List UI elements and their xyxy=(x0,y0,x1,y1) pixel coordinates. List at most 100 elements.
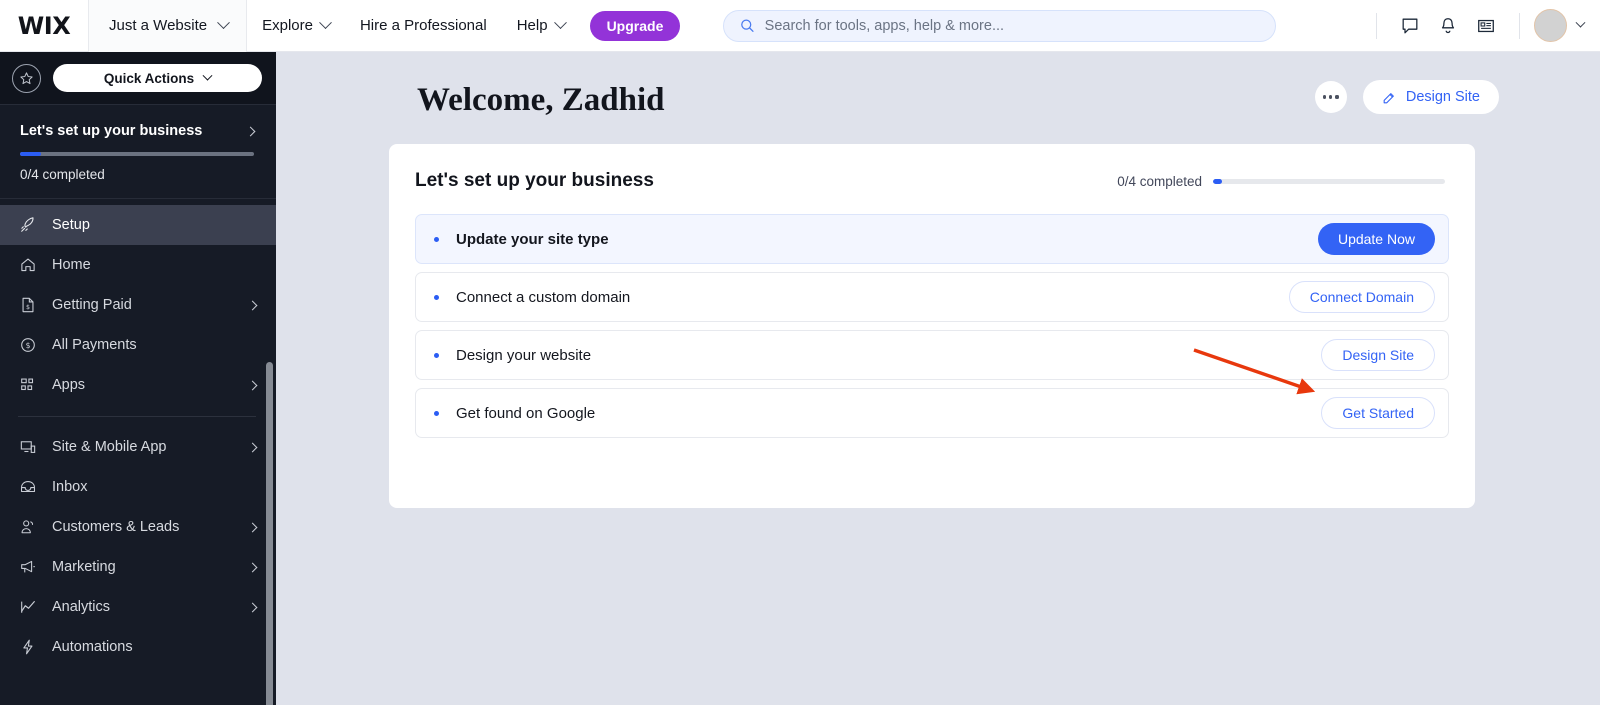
connect-domain-button[interactable]: Connect Domain xyxy=(1288,281,1435,313)
header-divider xyxy=(1519,12,1520,39)
sidebar-item-label: Site & Mobile App xyxy=(52,439,167,455)
svg-text:$: $ xyxy=(26,304,30,311)
sidebar-progress-bar xyxy=(20,152,254,156)
chevron-right-icon xyxy=(247,442,258,452)
page-actions: Design Site xyxy=(1314,80,1499,114)
setup-card-progress-bar xyxy=(1213,178,1445,184)
search-bar[interactable] xyxy=(723,9,1277,42)
sidebar: Quick Actions Let's set up your business… xyxy=(0,52,276,705)
monitor-mobile-icon xyxy=(18,437,38,457)
quick-actions-button[interactable]: Quick Actions xyxy=(53,64,262,92)
bullet-icon xyxy=(434,236,439,242)
setup-card-header: Let's set up your business 0/4 completed xyxy=(389,144,1475,192)
bullet-icon xyxy=(434,294,439,300)
sidebar-item-marketing[interactable]: Marketing xyxy=(0,547,276,587)
header-divider xyxy=(1376,12,1377,39)
task-label: Design your website xyxy=(456,346,592,364)
task-row[interactable]: Get found on Google Get Started xyxy=(415,388,1449,438)
svg-text:$: $ xyxy=(26,341,31,350)
inbox-icon xyxy=(18,477,38,497)
sidebar-scrollbar[interactable] xyxy=(266,362,273,705)
line-chart-icon xyxy=(18,597,38,617)
chevron-down-icon xyxy=(1575,17,1586,28)
pencil-icon xyxy=(1383,92,1394,103)
chevron-right-icon xyxy=(247,300,258,310)
task-label: Update your site type xyxy=(456,230,609,248)
dot xyxy=(1335,95,1339,99)
sidebar-setup-title: Let's set up your business xyxy=(20,123,203,139)
home-icon xyxy=(18,255,38,275)
task-label: Connect a custom domain xyxy=(456,288,631,306)
rocket-icon xyxy=(18,215,38,235)
setup-card-progress-label: 0/4 completed xyxy=(1117,173,1202,189)
chevron-right-icon xyxy=(247,602,258,612)
search-icon xyxy=(741,19,754,32)
dollar-circle-icon: $ xyxy=(18,335,38,355)
sidebar-item-site-mobile-app[interactable]: Site & Mobile App xyxy=(0,427,276,467)
sidebar-item-getting-paid[interactable]: $ Getting Paid xyxy=(0,285,276,325)
sidebar-item-customers-leads[interactable]: Customers & Leads xyxy=(0,507,276,547)
bullet-icon xyxy=(434,410,439,416)
site-selector-label: Just a Website xyxy=(109,17,208,34)
update-now-button[interactable]: Update Now xyxy=(1317,223,1435,255)
wix-logo[interactable]: WIX xyxy=(0,0,88,52)
chevron-right-icon xyxy=(247,380,258,390)
people-icon xyxy=(18,517,38,537)
get-started-button[interactable]: Get Started xyxy=(1321,397,1435,429)
apps-grid-icon xyxy=(18,375,38,395)
design-site-task-button[interactable]: Design Site xyxy=(1321,339,1435,371)
dot xyxy=(1323,95,1327,99)
sidebar-item-label: All Payments xyxy=(52,337,137,353)
task-row[interactable]: Design your website Design Site xyxy=(415,330,1449,380)
chevron-right-icon xyxy=(245,126,256,136)
nav-item-explore-label: Explore xyxy=(262,17,313,34)
setup-card-title: Let's set up your business xyxy=(415,170,654,191)
setup-task-list: Update your site type Update Now Connect… xyxy=(389,192,1475,438)
upgrade-button[interactable]: Upgrade xyxy=(589,10,681,41)
nav-item-hire-a-professional-label: Hire a Professional xyxy=(359,17,487,34)
sidebar-item-label: Getting Paid xyxy=(52,297,132,313)
setup-card-progress: 0/4 completed xyxy=(1117,174,1445,189)
sidebar-item-all-payments[interactable]: $ All Payments xyxy=(0,325,276,365)
sidebar-item-setup[interactable]: Setup xyxy=(0,205,276,245)
task-label: Get found on Google xyxy=(456,404,596,422)
sidebar-item-analytics[interactable]: Analytics xyxy=(0,587,276,627)
chevron-right-icon xyxy=(247,522,258,532)
sidebar-setup-progress[interactable]: Let's set up your business 0/4 completed xyxy=(0,104,276,199)
sidebar-item-label: Inbox xyxy=(52,479,88,495)
nav-item-explore[interactable]: Explore xyxy=(247,0,345,52)
sidebar-item-label: Customers & Leads xyxy=(52,519,180,535)
sidebar-divider xyxy=(18,416,256,417)
dot xyxy=(1329,95,1333,99)
sidebar-item-label: Analytics xyxy=(52,599,111,615)
sidebar-item-label: Automations xyxy=(52,639,133,655)
favorites-star-icon[interactable] xyxy=(12,63,41,93)
task-row[interactable]: Update your site type Update Now xyxy=(415,214,1449,264)
chevron-down-icon xyxy=(553,16,567,30)
sidebar-item-label: Setup xyxy=(52,217,90,233)
task-row[interactable]: Connect a custom domain Connect Domain xyxy=(415,272,1449,322)
invoice-dollar-icon: $ xyxy=(18,295,38,315)
chevron-right-icon xyxy=(247,562,258,572)
sidebar-item-home[interactable]: Home xyxy=(0,245,276,285)
megaphone-icon xyxy=(18,557,38,577)
more-options-button[interactable] xyxy=(1314,81,1347,113)
setup-card: Let's set up your business 0/4 completed… xyxy=(389,144,1475,508)
nav-item-help[interactable]: Help xyxy=(502,0,580,52)
nav-item-hire-a-professional[interactable]: Hire a Professional xyxy=(345,0,502,52)
page-title: Welcome, Zadhid xyxy=(417,82,665,118)
chat-icon[interactable] xyxy=(1391,7,1429,45)
account-menu[interactable] xyxy=(1534,9,1586,42)
setup-card-progress-fill xyxy=(1213,178,1223,184)
search-input[interactable] xyxy=(764,17,1260,34)
design-site-button[interactable]: Design Site xyxy=(1362,80,1499,114)
sidebar-item-apps[interactable]: Apps xyxy=(0,365,276,405)
sidebar-quick-bar: Quick Actions xyxy=(0,52,276,104)
sidebar-item-label: Marketing xyxy=(52,559,116,575)
site-selector[interactable]: Just a Website xyxy=(88,0,248,52)
sidebar-nav: Setup Home $ Getting Paid $ All Payments… xyxy=(0,199,276,705)
sidebar-item-automations[interactable]: Automations xyxy=(0,627,276,667)
sidebar-item-inbox[interactable]: Inbox xyxy=(0,467,276,507)
news-card-icon[interactable] xyxy=(1467,7,1505,45)
notifications-bell-icon[interactable] xyxy=(1429,7,1467,45)
